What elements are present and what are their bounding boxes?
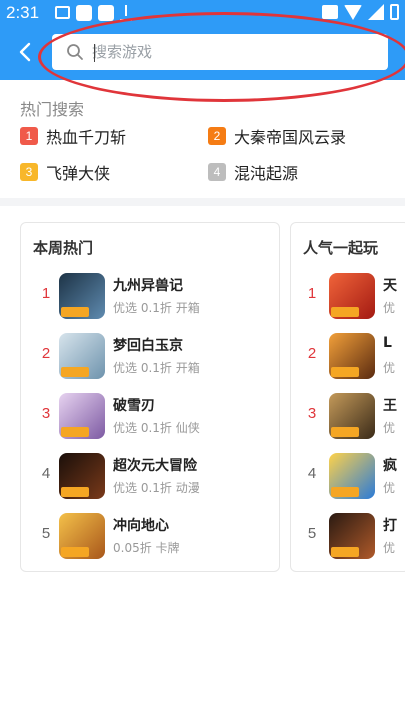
game-icon [329,273,375,319]
recommend-tag [61,427,89,437]
search-icon [67,44,83,60]
game-meta: 优 [383,481,396,495]
popular-card: 人气一起玩 1 天 优 2 L 优 3 王 优 4 疯 优 5 打 优 [290,222,405,572]
search-box[interactable] [52,34,388,70]
game-row[interactable]: 1 九州异兽记 优选 0.1折 开箱 [21,273,279,325]
rank-number: 3 [307,405,317,422]
search-input[interactable] [92,34,372,70]
game-name: 打 [383,518,397,534]
game-name: 王 [383,398,397,414]
status-time: 2:31 [6,3,40,22]
rank-badge: 4 [208,163,226,181]
rank-badge: 1 [20,127,38,145]
hot-search-item[interactable]: 4 混沌起源 [208,160,298,184]
download-icon [120,5,132,21]
hot-search-label: 大秦帝国风云录 [234,128,347,147]
recommend-tag [61,307,89,317]
chevron-left-icon [19,42,31,62]
recommend-tag [331,367,359,377]
wifi-icon [344,4,362,20]
back-button[interactable] [14,38,38,66]
battery-icon [390,4,399,20]
message-notification-icon [98,5,114,21]
game-row[interactable]: 3 王 优 [291,393,405,445]
game-icon [329,333,375,379]
game-row[interactable]: 5 打 优 [291,513,405,565]
game-icon [329,453,375,499]
game-meta: 优选 0.1折 开箱 [113,301,200,315]
system-icons [322,4,399,20]
game-name: 梦回白玉京 [113,338,183,354]
game-meta: 优选 0.1折 动漫 [113,481,200,495]
popular-title: 人气一起玩 [303,239,379,257]
recommend-tag [61,487,89,497]
game-icon [59,393,105,439]
rank-number: 1 [307,285,317,302]
game-meta: 优 [383,421,396,435]
rank-number: 5 [307,525,317,542]
game-row[interactable]: 1 天 优 [291,273,405,325]
game-icon [329,393,375,439]
section-divider [0,198,405,206]
game-name: 破雪刃 [113,398,155,414]
rank-badge: 3 [20,163,38,181]
game-icon [59,333,105,379]
game-meta: 优选 0.1折 仙侠 [113,421,200,435]
hot-search-item[interactable]: 2 大秦帝国风云录 [208,124,346,148]
work-profile-icon [322,5,338,19]
rank-number: 4 [307,465,317,482]
text-cursor [94,44,95,62]
game-name: 天 [383,278,397,294]
game-icon [329,513,375,559]
hot-search-item[interactable]: 1 热血千刀斩 [20,124,126,148]
game-meta: 优 [383,301,396,315]
game-name: 超次元大冒险 [113,458,197,474]
image-notification-icon [55,6,70,19]
hot-search-item[interactable]: 3 飞弹大侠 [20,160,110,184]
rank-number: 3 [41,405,51,422]
hot-search-title: 热门搜索 [20,100,85,119]
weekly-hot-title: 本周热门 [33,239,94,257]
game-icon [59,513,105,559]
recommend-tag [331,547,359,557]
rank-badge: 2 [208,127,226,145]
rank-number: 2 [307,345,317,362]
game-meta: 优 [383,361,396,375]
rank-number: 5 [41,525,51,542]
signal-icon [368,4,384,20]
hot-search-label: 飞弹大侠 [46,164,111,183]
game-row[interactable]: 4 疯 优 [291,453,405,505]
game-name: 疯 [383,458,397,474]
app-notification-icon [76,5,92,21]
notification-icons [55,5,132,21]
game-icon [59,273,105,319]
rank-number: 2 [41,345,51,362]
weekly-hot-card: 本周热门 1 九州异兽记 优选 0.1折 开箱 2 梦回白玉京 优选 0.1折 … [20,222,280,572]
game-row[interactable]: 5 冲向地心 0.05折 卡牌 [21,513,279,565]
game-row[interactable]: 2 梦回白玉京 优选 0.1折 开箱 [21,333,279,385]
game-icon [59,453,105,499]
game-name: 九州异兽记 [113,278,183,294]
game-row[interactable]: 4 超次元大冒险 优选 0.1折 动漫 [21,453,279,505]
game-meta: 优 [383,541,396,555]
game-row[interactable]: 3 破雪刃 优选 0.1折 仙侠 [21,393,279,445]
game-meta: 优选 0.1折 开箱 [113,361,200,375]
recommend-tag [61,547,89,557]
recommend-tag [331,487,359,497]
status-bar: 2:31 [0,0,405,26]
hot-search-label: 混沌起源 [234,164,299,183]
rank-number: 4 [41,465,51,482]
rank-number: 1 [41,285,51,302]
recommend-tag [61,367,89,377]
recommend-tag [331,427,359,437]
game-name: 冲向地心 [113,518,169,534]
hot-search-label: 热血千刀斩 [46,128,127,147]
game-row[interactable]: 2 L 优 [291,333,405,385]
recommend-tag [331,307,359,317]
game-name: L [383,335,392,351]
game-meta: 0.05折 卡牌 [113,541,180,555]
